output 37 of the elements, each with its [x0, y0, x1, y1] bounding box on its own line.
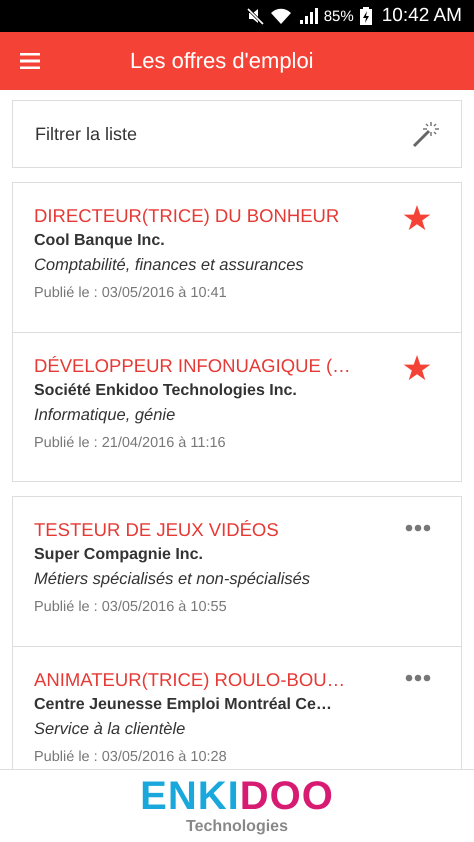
publish-date: Publié le : 03/05/2016 à 10:55 [34, 599, 228, 615]
filter-field[interactable]: Filtrer la liste [12, 100, 462, 168]
battery-level: 85% [324, 8, 354, 24]
company-name: Centre Jeunesse Emploi Montréal Ce… [34, 696, 333, 714]
filter-label: Filtrer la liste [35, 124, 138, 144]
job-category: Métiers spécialisés et non-spécialisés [34, 570, 310, 589]
more-icon[interactable] [405, 524, 431, 532]
battery-icon [360, 7, 372, 25]
signal-icon [298, 7, 318, 25]
job-title: ANIMATEUR(TRICE) ROULO-BOU… [34, 669, 346, 691]
company-name: Société Enkidoo Technologies Inc. [34, 382, 298, 400]
logo-text: ENKIDOO [140, 776, 334, 816]
job-title: DÉVELOPPEUR INFONUAGIQUE (… [34, 355, 351, 377]
job-category: Service à la clientèle [34, 720, 186, 739]
job-list-item[interactable]: ANIMATEUR(TRICE) ROULO-BOU… Centre Jeunesse Emploi Montréal Ce… Service à la clientèle Publié le : 03/05/2016 à 10:28 [13, 646, 461, 769]
more-icon[interactable] [405, 674, 431, 682]
job-title: DIRECTEUR(TRICE) DU BONHEUR [34, 205, 340, 227]
screen-title: Les offres d'emploi [130, 48, 314, 74]
job-list-item[interactable]: TESTEUR DE JEUX VIDÉOS Super Compagnie Inc. Métiers spécialisés et non-spécialisés Publié le : 03/05/2016 à 10:55 [13, 497, 461, 646]
company-name: Cool Banque Inc. [34, 232, 166, 250]
publish-date: Publié le : 21/04/2016 à 11:16 [34, 435, 227, 451]
magic-wand-icon [411, 119, 441, 149]
menu-button[interactable] [20, 51, 42, 71]
mute-icon [246, 7, 264, 25]
company-name: Super Compagnie Inc. [34, 546, 204, 564]
wifi-icon [270, 7, 292, 25]
publish-date: Publié le : 03/05/2016 à 10:41 [34, 285, 228, 301]
job-list-item[interactable]: DIRECTEUR(TRICE) DU BONHEUR Cool Banque Inc. Comptabilité, finances et assurances Publié le : 03/05/2016 à 10:41 [13, 183, 461, 332]
star-icon[interactable] [403, 205, 431, 232]
publish-date: Publié le : 03/05/2016 à 10:28 [34, 749, 228, 765]
job-list-item[interactable]: DÉVELOPPEUR INFONUAGIQUE (… Société Enkidoo Technologies Inc. Informatique, génie Publié le : 21/04/2016 à 11:16 [13, 332, 461, 481]
job-title: TESTEUR DE JEUX VIDÉOS [34, 519, 280, 541]
job-category: Informatique, génie [34, 406, 176, 425]
logo-tagline: Technologies [186, 818, 288, 836]
clock: 10:42 AM [382, 5, 462, 27]
star-icon[interactable] [403, 355, 431, 382]
job-category: Comptabilité, finances et assurances [34, 256, 305, 275]
